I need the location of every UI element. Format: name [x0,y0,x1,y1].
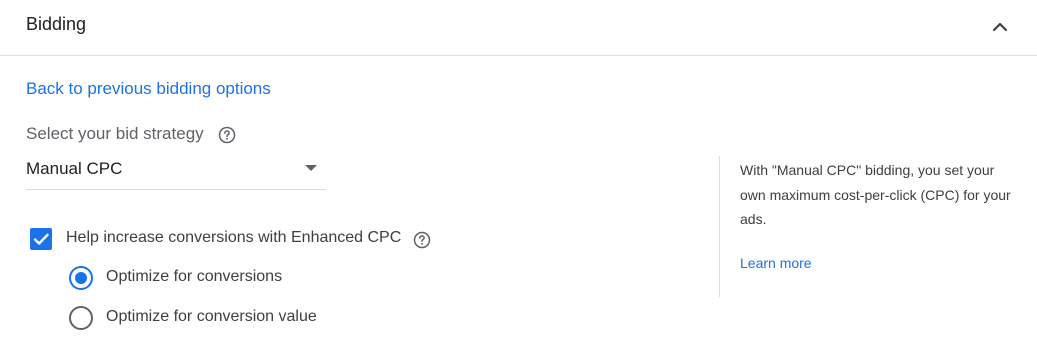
bidding-section-header[interactable]: Bidding [0,0,1037,56]
enhanced-cpc-checkbox[interactable] [30,228,52,250]
dropdown-arrow-icon [305,165,317,171]
help-circle-icon[interactable] [218,126,236,144]
vertical-divider [719,156,720,297]
bid-strategy-label: Select your bid strategy [26,124,204,143]
strategy-description: With "Manual CPC" bidding, you set your … [740,162,1011,227]
optimize-conversion-value-radio[interactable] [69,306,93,330]
collapse-button[interactable] [986,13,1014,41]
chevron-up-icon [992,22,1008,32]
optimize-conversion-value-label: Optimize for conversion value [106,308,317,325]
enhanced-cpc-label: Help increase conversions with Enhanced … [66,229,402,246]
checkmark-icon [33,233,49,245]
optimize-conversions-label: Optimize for conversions [106,268,283,285]
section-title: Bidding [26,14,87,34]
back-to-previous-options-link[interactable]: Back to previous bidding options [26,79,271,99]
learn-more-link[interactable]: Learn more [740,255,812,271]
bid-strategy-selected: Manual CPC [26,159,123,178]
help-circle-icon[interactable] [413,231,431,249]
optimize-conversions-radio[interactable] [69,266,93,290]
bid-strategy-dropdown[interactable]: Manual CPC [26,152,326,190]
